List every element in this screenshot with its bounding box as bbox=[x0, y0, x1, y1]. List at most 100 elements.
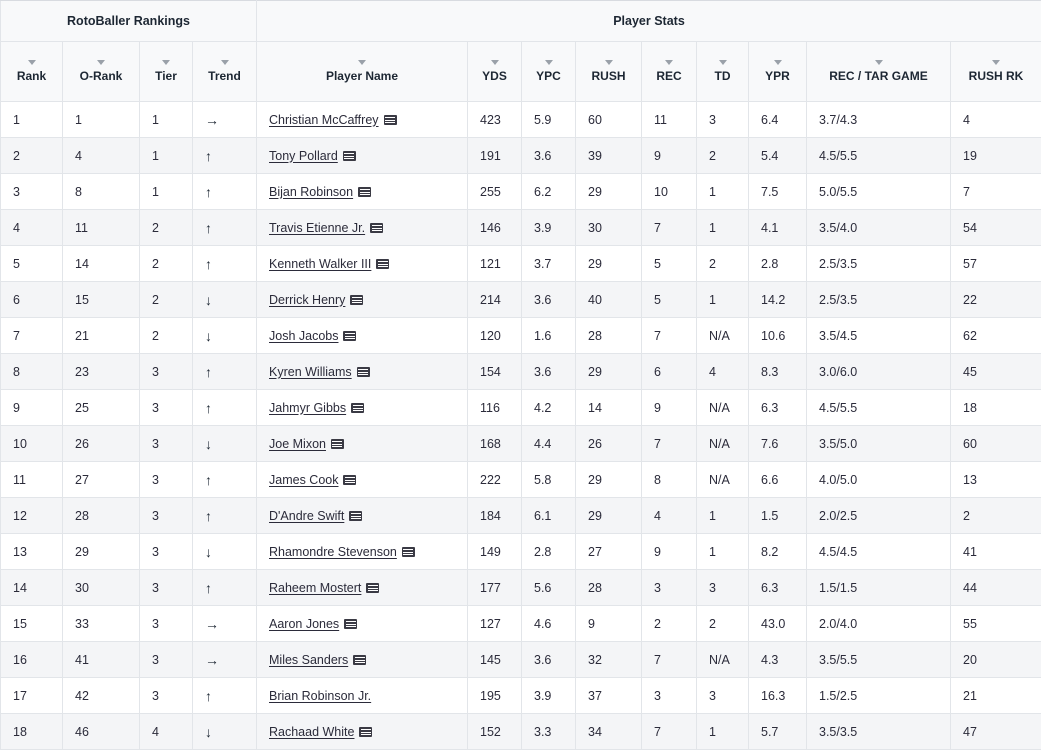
player-news-icon[interactable] bbox=[343, 474, 357, 485]
cell-o-rank: 41 bbox=[62, 641, 140, 678]
sort-caret-down-icon[interactable] bbox=[97, 59, 105, 65]
player-name-link[interactable]: Brian Robinson Jr. bbox=[269, 689, 371, 703]
cell-rush-rk: 55 bbox=[949, 605, 1041, 642]
cell-rec-tar-game: 2.5/3.5 bbox=[806, 281, 951, 318]
player-news-icon[interactable] bbox=[359, 726, 373, 737]
player-name-link[interactable]: Aaron Jones bbox=[269, 617, 339, 631]
player-news-icon[interactable] bbox=[358, 186, 372, 197]
player-news-icon[interactable] bbox=[401, 546, 415, 557]
player-news-icon[interactable] bbox=[349, 510, 363, 521]
player-news-icon[interactable] bbox=[343, 330, 357, 341]
player-news-icon[interactable] bbox=[351, 402, 365, 413]
sort-caret-down-icon[interactable] bbox=[874, 59, 883, 65]
cell-rush: 28 bbox=[575, 317, 642, 354]
player-name-link[interactable]: Kenneth Walker III bbox=[269, 257, 371, 271]
column-header-rush-rk[interactable]: RUSH RK bbox=[949, 41, 1041, 102]
column-header-label: TD bbox=[714, 68, 731, 83]
sort-caret-down-icon[interactable] bbox=[27, 59, 36, 65]
cell-trend-arrow-icon: ↑ bbox=[192, 137, 257, 174]
cell-ypr: 5.7 bbox=[748, 713, 807, 750]
column-header-td[interactable]: TD bbox=[696, 41, 749, 102]
cell-rush-rk: 13 bbox=[949, 461, 1041, 498]
sort-caret-down-icon[interactable] bbox=[665, 59, 673, 65]
sort-caret-down-icon[interactable] bbox=[220, 59, 229, 65]
column-header-yds[interactable]: YDS bbox=[467, 41, 522, 102]
player-name-link[interactable]: Bijan Robinson bbox=[269, 185, 353, 199]
sort-caret-down-icon[interactable] bbox=[490, 59, 499, 65]
cell-td: 1 bbox=[696, 209, 749, 246]
cell-ypr: 7.6 bbox=[748, 425, 807, 462]
player-name-link[interactable]: James Cook bbox=[269, 473, 338, 487]
column-header-ypc[interactable]: YPC bbox=[521, 41, 576, 102]
player-news-icon[interactable] bbox=[383, 114, 397, 125]
cell-rush: 29 bbox=[575, 173, 642, 210]
column-header-trend[interactable]: Trend bbox=[192, 41, 257, 102]
sort-caret-down-icon[interactable] bbox=[162, 59, 170, 65]
cell-rank: 4 bbox=[0, 209, 63, 246]
cell-rec-tar-game: 2.5/3.5 bbox=[806, 245, 951, 282]
cell-td: 1 bbox=[696, 713, 749, 750]
sort-caret-down-icon[interactable] bbox=[773, 59, 782, 65]
player-name-link[interactable]: Rhamondre Stevenson bbox=[269, 545, 397, 559]
cell-player-name: Travis Etienne Jr. bbox=[256, 209, 468, 246]
column-header-player-name[interactable]: Player Name bbox=[256, 41, 468, 102]
column-header-rank[interactable]: Rank bbox=[0, 41, 63, 102]
cell-rec-tar-game: 3.5/4.5 bbox=[806, 317, 951, 354]
player-name-link[interactable]: Kyren Williams bbox=[269, 365, 352, 379]
sort-caret-down-icon[interactable] bbox=[718, 59, 727, 65]
cell-trend-arrow-icon: ↑ bbox=[192, 677, 257, 714]
player-news-icon[interactable] bbox=[353, 654, 367, 665]
cell-ypr: 2.8 bbox=[748, 245, 807, 282]
cell-player-name: Miles Sanders bbox=[256, 641, 468, 678]
player-news-icon[interactable] bbox=[356, 366, 370, 377]
cell-rec-tar-game: 2.0/2.5 bbox=[806, 497, 951, 534]
cell-rank: 2 bbox=[0, 137, 63, 174]
column-header-label: YDS bbox=[482, 68, 507, 83]
column-header-o-rank[interactable]: O-Rank bbox=[62, 41, 140, 102]
player-name-link[interactable]: Josh Jacobs bbox=[269, 329, 338, 343]
cell-rank: 17 bbox=[0, 677, 63, 714]
cell-rush: 27 bbox=[575, 533, 642, 570]
column-header-row: Rank O-Rank Tier Trend Player Name YDS Y… bbox=[0, 41, 1041, 102]
cell-rush: 40 bbox=[575, 281, 642, 318]
sort-caret-down-icon[interactable] bbox=[992, 59, 1000, 65]
column-header-rush[interactable]: RUSH bbox=[575, 41, 642, 102]
player-name-link[interactable]: Raheem Mostert bbox=[269, 581, 361, 595]
player-name-link[interactable]: Christian McCaffrey bbox=[269, 113, 379, 127]
player-name-link[interactable]: Rachaad White bbox=[269, 725, 354, 739]
player-name-link[interactable]: Joe Mixon bbox=[269, 437, 326, 451]
player-news-icon[interactable] bbox=[376, 258, 390, 269]
cell-rank: 15 bbox=[0, 605, 63, 642]
cell-tier: 3 bbox=[139, 497, 193, 534]
cell-td: N/A bbox=[696, 425, 749, 462]
column-header-rec[interactable]: REC bbox=[641, 41, 697, 102]
cell-player-name: Aaron Jones bbox=[256, 605, 468, 642]
cell-rec: 6 bbox=[641, 353, 697, 390]
sort-caret-down-icon[interactable] bbox=[604, 59, 613, 65]
column-header-rec-tar-game[interactable]: REC / TAR GAME bbox=[806, 41, 951, 102]
sort-caret-down-icon[interactable] bbox=[358, 59, 366, 65]
cell-ypc: 2.8 bbox=[521, 533, 576, 570]
player-news-icon[interactable] bbox=[344, 618, 358, 629]
cell-yds: 152 bbox=[467, 713, 522, 750]
player-name-link[interactable]: Jahmyr Gibbs bbox=[269, 401, 346, 415]
player-news-icon[interactable] bbox=[370, 222, 384, 233]
player-name-link[interactable]: Tony Pollard bbox=[269, 149, 338, 163]
column-header-ypr[interactable]: YPR bbox=[748, 41, 807, 102]
cell-ypc: 3.9 bbox=[521, 677, 576, 714]
cell-rank: 14 bbox=[0, 569, 63, 606]
player-name-link[interactable]: D'Andre Swift bbox=[269, 509, 344, 523]
cell-td: 1 bbox=[696, 533, 749, 570]
player-news-icon[interactable] bbox=[330, 438, 344, 449]
column-header-label: REC bbox=[656, 68, 682, 83]
player-name-link[interactable]: Travis Etienne Jr. bbox=[269, 221, 365, 235]
sort-caret-down-icon[interactable] bbox=[544, 59, 553, 65]
player-name-link[interactable]: Derrick Henry bbox=[269, 293, 345, 307]
player-name-link[interactable]: Miles Sanders bbox=[269, 653, 348, 667]
player-news-icon[interactable] bbox=[366, 582, 380, 593]
player-news-icon[interactable] bbox=[342, 150, 356, 161]
player-news-icon[interactable] bbox=[350, 294, 364, 305]
cell-rec-tar-game: 3.5/3.5 bbox=[806, 713, 951, 750]
column-header-label: YPR bbox=[765, 68, 790, 83]
column-header-tier[interactable]: Tier bbox=[139, 41, 193, 102]
